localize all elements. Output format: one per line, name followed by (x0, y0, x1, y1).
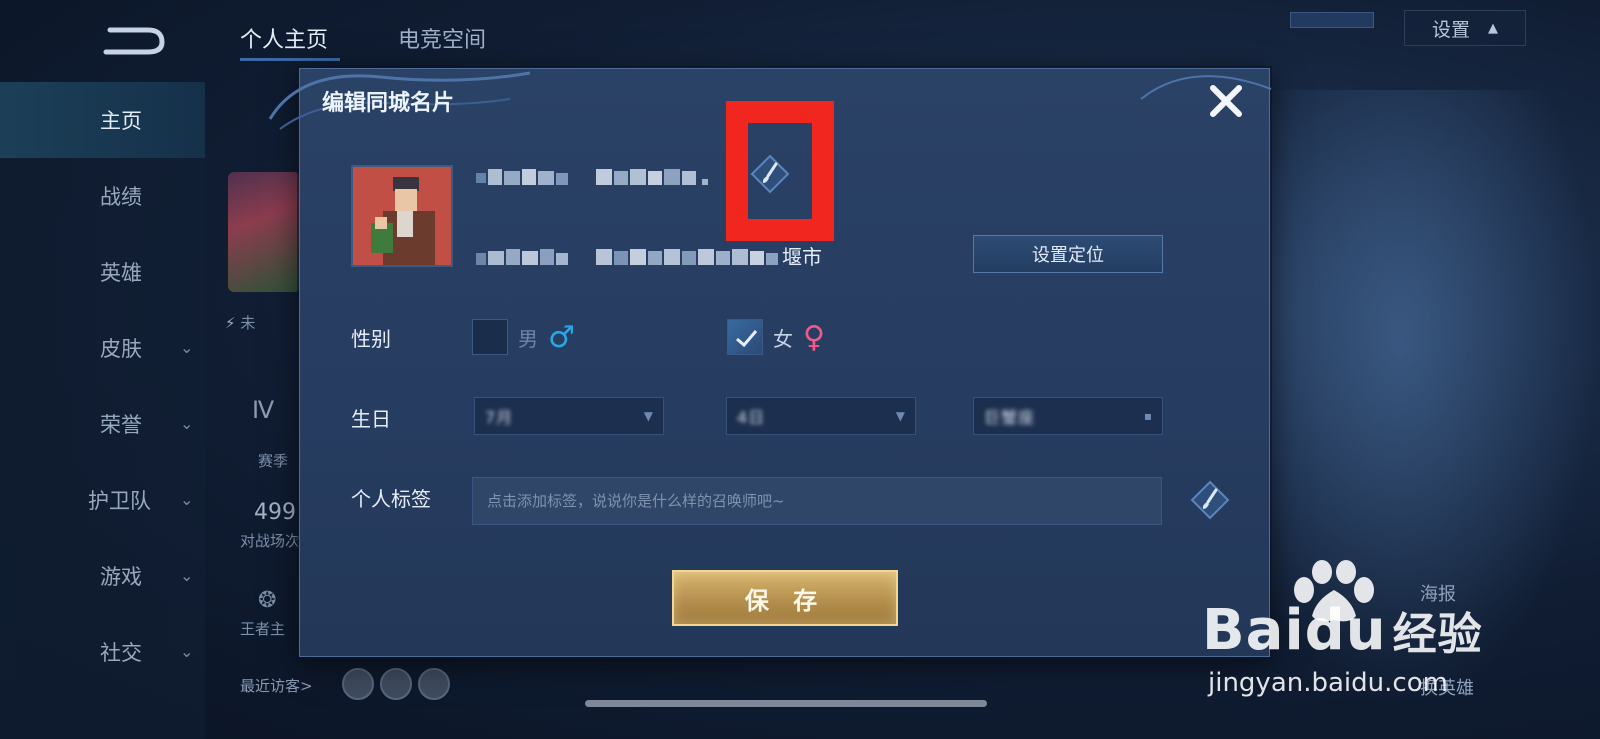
chevron-down-icon: ⌄ (180, 490, 194, 509)
poster-button[interactable]: 海报 (1420, 580, 1456, 606)
chevron-up-icon: ▲ (1488, 20, 1498, 36)
birthday-label: 生日 (351, 407, 391, 431)
female-label: 女 (773, 326, 793, 351)
city-name: 堰市 (782, 245, 822, 269)
gender-option-male[interactable]: 男 ♂ (472, 317, 575, 357)
sidebar-item-label: 游戏 (100, 565, 142, 589)
birth-month-select[interactable]: 7月 ▼ (474, 397, 664, 435)
sidebar-item-label: 皮肤 (100, 337, 142, 361)
personal-tags-label: 个人标签 (351, 487, 431, 511)
settings-label: 设置 (1431, 18, 1470, 41)
visitor-avatar[interactable] (380, 668, 412, 700)
close-icon (1210, 85, 1242, 117)
hero-artwork (1270, 90, 1600, 710)
personal-tags-input[interactable] (487, 492, 1147, 510)
female-symbol-icon: ♀ (803, 319, 825, 355)
chevron-down-icon: ⌄ (180, 414, 194, 433)
close-button[interactable] (1204, 79, 1248, 123)
status-badge (1290, 12, 1374, 28)
birth-day-select[interactable]: 4日 ▼ (726, 397, 916, 435)
brush-edit-icon (1190, 480, 1230, 520)
set-location-button[interactable]: 设置定位 (973, 235, 1163, 273)
home-indicator-bar[interactable] (585, 700, 987, 707)
sidebar-item-label: 主页 (100, 109, 142, 133)
highlight-annotation-box (726, 101, 834, 241)
sidebar: 主页 战绩 英雄 皮肤 ⌄ 荣誉 ⌄ 护卫队 ⌄ 游戏 ⌄ 社交 ⌄ (0, 82, 205, 739)
sidebar-item-label: 英雄 (100, 261, 142, 285)
sidebar-item-honors[interactable]: 荣誉 ⌄ (0, 386, 205, 462)
zodiac-value: 巨蟹座 (984, 408, 1036, 427)
edit-city-card-dialog: 编辑同城名片 堰市 设置定位 性别 男 ♂ 女 ♀ 生日 7月 ▼ 4日 ▼ 巨… (268, 68, 1272, 657)
visitor-avatar[interactable] (418, 668, 450, 700)
sidebar-item-skins[interactable]: 皮肤 ⌄ (0, 310, 205, 386)
dropdown-arrow-icon: ▼ (643, 409, 653, 423)
tab-personal-home[interactable]: 个人主页 (240, 22, 328, 54)
visitor-avatar[interactable] (342, 668, 374, 700)
birth-month-value: 7月 (485, 408, 514, 427)
back-arrow-icon[interactable] (100, 22, 166, 56)
sidebar-item-label: 战绩 (100, 185, 142, 209)
male-label: 男 (518, 326, 538, 351)
zodiac-select[interactable]: 巨蟹座 ▪ (973, 397, 1163, 435)
male-checkbox[interactable] (472, 319, 508, 355)
sidebar-item-home[interactable]: 主页 (0, 82, 205, 158)
location-blurred (476, 249, 778, 265)
chevron-down-icon: ⌄ (180, 338, 194, 357)
status-text: ⚡ 未 (225, 314, 256, 332)
sidebar-item-label: 护卫队 (88, 489, 151, 513)
change-hero-button[interactable]: 换英雄 (1420, 674, 1474, 700)
save-button[interactable]: 保 存 (672, 570, 898, 626)
sidebar-item-guard-team[interactable]: 护卫队 ⌄ (0, 462, 205, 538)
chevron-down-icon: ⌄ (180, 566, 194, 585)
lightning-icon: ⚡ (225, 314, 236, 332)
avatar[interactable] (351, 165, 453, 267)
dialog-title: 编辑同城名片 (322, 91, 455, 116)
profile-avatar-background (228, 172, 300, 292)
settings-button[interactable]: 设置 ▲ (1404, 10, 1526, 46)
sidebar-item-record[interactable]: 战绩 (0, 158, 205, 234)
nickname-blurred (476, 169, 708, 185)
gender-option-female[interactable]: 女 ♀ (727, 317, 825, 357)
avatar-image (353, 167, 451, 265)
male-symbol-icon: ♂ (548, 319, 575, 355)
recent-visitors-link[interactable]: 最近访客> (240, 675, 313, 696)
dropdown-arrow-icon: ▪ (1143, 409, 1152, 423)
female-checkbox[interactable] (727, 319, 763, 355)
tab-esports-space[interactable]: 电竞空间 (398, 22, 486, 54)
gender-label: 性别 (351, 327, 391, 351)
sidebar-item-games[interactable]: 游戏 ⌄ (0, 538, 205, 614)
sidebar-item-heroes[interactable]: 英雄 (0, 234, 205, 310)
sidebar-item-social[interactable]: 社交 ⌄ (0, 614, 205, 690)
sidebar-item-label: 荣誉 (100, 413, 142, 437)
checkmark-icon (736, 330, 758, 348)
sidebar-item-label: 社交 (100, 641, 142, 665)
edit-tags-button[interactable] (1190, 480, 1230, 520)
chevron-down-icon: ⌄ (180, 642, 194, 661)
birth-day-value: 4日 (737, 408, 766, 427)
personal-tags-field[interactable] (472, 477, 1162, 525)
dropdown-arrow-icon: ▼ (895, 409, 905, 423)
